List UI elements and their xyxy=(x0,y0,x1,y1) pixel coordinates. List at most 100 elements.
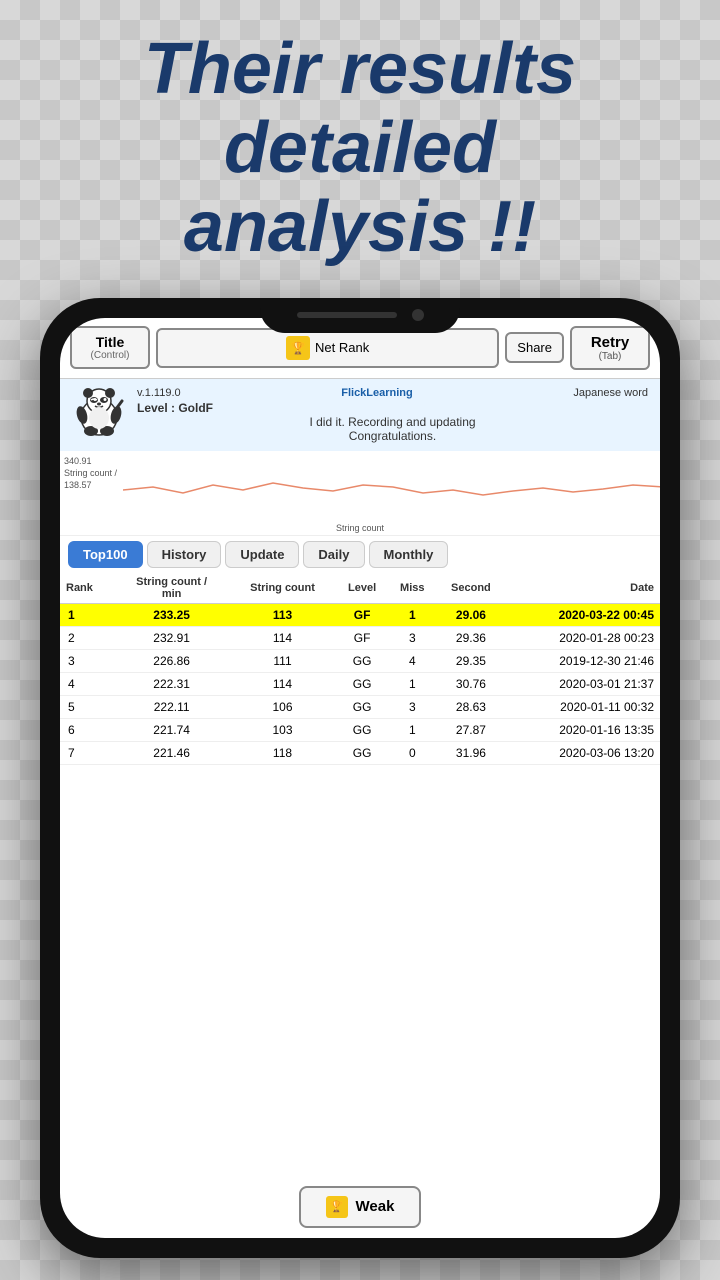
page-wrapper: Their results detailed analysis !! Title… xyxy=(0,0,720,1280)
chart-y-label: String count / xyxy=(64,468,117,478)
cell-miss: 3 xyxy=(389,695,436,718)
cell-rank: 4 xyxy=(60,672,114,695)
cell-second: 29.35 xyxy=(436,649,506,672)
cell-date: 2020-01-28 00:23 xyxy=(506,626,660,649)
table-body: 1 233.25 113 GF 1 29.06 2020-03-22 00:45… xyxy=(60,603,660,764)
cell-date: 2020-03-22 00:45 xyxy=(506,603,660,626)
cell-sc: 118 xyxy=(229,741,335,764)
cell-level: GG xyxy=(336,718,389,741)
category-label: Japanese word xyxy=(573,387,648,399)
chart-y-low: 138.57 xyxy=(64,480,117,490)
cell-level: GF xyxy=(336,626,389,649)
header-miss: Miss xyxy=(389,573,436,604)
cell-second: 29.36 xyxy=(436,626,506,649)
tab-update[interactable]: Update xyxy=(225,541,299,568)
congrats-line2: Congratulations. xyxy=(137,429,648,443)
cell-sc-min: 232.91 xyxy=(114,626,229,649)
cell-miss: 1 xyxy=(389,718,436,741)
table-row: 2 232.91 114 GF 3 29.36 2020-01-28 00:23 xyxy=(60,626,660,649)
header-rank: Rank xyxy=(60,573,114,604)
table-row: 5 222.11 106 GG 3 28.63 2020-01-11 00:32 xyxy=(60,695,660,718)
cell-level: GG xyxy=(336,649,389,672)
cell-rank: 7 xyxy=(60,741,114,764)
info-section: v.1.119.0 FlickLearning Japanese word Le… xyxy=(60,379,660,451)
weak-icon: 🏆 xyxy=(326,1196,348,1218)
cell-rank: 3 xyxy=(60,649,114,672)
tab-daily[interactable]: Daily xyxy=(303,541,364,568)
cell-second: 29.06 xyxy=(436,603,506,626)
title-label: Title xyxy=(96,334,125,350)
cell-miss: 4 xyxy=(389,649,436,672)
cell-level: GG xyxy=(336,695,389,718)
share-label: Share xyxy=(517,340,552,355)
header-second: Second xyxy=(436,573,506,604)
cell-date: 2020-03-06 13:20 xyxy=(506,741,660,764)
cell-date: 2019-12-30 21:46 xyxy=(506,649,660,672)
share-button[interactable]: Share xyxy=(505,332,564,363)
chart-y-labels: 340.91 String count / 138.57 xyxy=(64,456,117,490)
cell-sc-min: 221.46 xyxy=(114,741,229,764)
table-row: 7 221.46 118 GG 0 31.96 2020-03-06 13:20 xyxy=(60,741,660,764)
cell-sc: 114 xyxy=(229,672,335,695)
cell-miss: 0 xyxy=(389,741,436,764)
header-date: Date xyxy=(506,573,660,604)
cell-miss: 1 xyxy=(389,603,436,626)
cell-date: 2020-01-16 13:35 xyxy=(506,718,660,741)
cell-rank: 2 xyxy=(60,626,114,649)
table-wrapper: Rank String count /min String count Leve… xyxy=(60,573,660,1176)
chart-x-label: String count xyxy=(336,523,384,533)
cell-rank: 6 xyxy=(60,718,114,741)
weak-label: Weak xyxy=(356,1198,395,1215)
cell-miss: 3 xyxy=(389,626,436,649)
cell-second: 30.76 xyxy=(436,672,506,695)
table-row: 1 233.25 113 GF 1 29.06 2020-03-22 00:45 xyxy=(60,603,660,626)
retry-button[interactable]: Retry (Tab) xyxy=(570,326,650,370)
weak-button[interactable]: 🏆 Weak xyxy=(299,1186,422,1228)
cell-rank: 1 xyxy=(60,603,114,626)
table-row: 6 221.74 103 GG 1 27.87 2020-01-16 13:35 xyxy=(60,718,660,741)
level-label: Level : GoldF xyxy=(137,401,648,415)
cell-date: 2020-01-11 00:32 xyxy=(506,695,660,718)
header-sc-min: String count /min xyxy=(114,573,229,604)
chart-area: 340.91 String count / 138.57 String coun… xyxy=(60,451,660,536)
cell-date: 2020-03-01 21:37 xyxy=(506,672,660,695)
notch-bar xyxy=(297,312,397,318)
cell-sc: 106 xyxy=(229,695,335,718)
cell-second: 31.96 xyxy=(436,741,506,764)
header-level: Level xyxy=(336,573,389,604)
header-sc: String count xyxy=(229,573,335,604)
congrats-line1: I did it. Recording and updating xyxy=(137,415,648,429)
cell-sc-min: 226.86 xyxy=(114,649,229,672)
tabs-bar: Top100 History Update Daily Monthly xyxy=(60,536,660,573)
cell-sc: 111 xyxy=(229,649,335,672)
phone-notch xyxy=(260,298,460,333)
cell-sc-min: 222.31 xyxy=(114,672,229,695)
cell-second: 28.63 xyxy=(436,695,506,718)
info-meta: v.1.119.0 FlickLearning Japanese word xyxy=(137,387,648,399)
retry-label: Retry xyxy=(591,334,629,351)
net-rank-button[interactable]: 🏆 Net Rank xyxy=(156,328,499,368)
title-button[interactable]: Title (Control) xyxy=(70,326,150,369)
info-congrats: I did it. Recording and updating Congrat… xyxy=(137,415,648,443)
cell-sc: 103 xyxy=(229,718,335,741)
app-name-label: FlickLearning xyxy=(341,387,413,399)
chart-svg xyxy=(123,455,660,523)
chart-y-high: 340.91 xyxy=(64,456,117,466)
cell-miss: 1 xyxy=(389,672,436,695)
notch-camera xyxy=(412,309,424,321)
cell-sc: 114 xyxy=(229,626,335,649)
tab-history[interactable]: History xyxy=(147,541,222,568)
weak-section: 🏆 Weak xyxy=(60,1176,660,1238)
net-rank-label: Net Rank xyxy=(315,340,369,355)
tab-monthly[interactable]: Monthly xyxy=(369,541,449,568)
net-rank-icon: 🏆 xyxy=(286,336,310,360)
table-row: 4 222.31 114 GG 1 30.76 2020-03-01 21:37 xyxy=(60,672,660,695)
cell-sc-min: 221.74 xyxy=(114,718,229,741)
results-table: Rank String count /min String count Leve… xyxy=(60,573,660,765)
tab-top100[interactable]: Top100 xyxy=(68,541,143,568)
title-sub-label: (Control) xyxy=(91,350,130,361)
cell-sc: 113 xyxy=(229,603,335,626)
table-header: Rank String count /min String count Leve… xyxy=(60,573,660,604)
cell-level: GF xyxy=(336,603,389,626)
cell-sc-min: 222.11 xyxy=(114,695,229,718)
